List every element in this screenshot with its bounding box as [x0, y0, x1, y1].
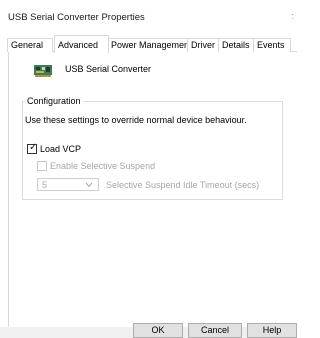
tab-label: General — [11, 40, 44, 50]
tab-events[interactable]: Events — [253, 38, 291, 52]
idle-timeout-label: Selective Suspend Idle Timeout (secs) — [106, 180, 260, 190]
tab-details[interactable]: Details — [218, 38, 254, 52]
tab-label: Advanced — [58, 40, 99, 50]
selective-suspend-checkbox[interactable] — [37, 161, 47, 171]
tab-label: Power Management — [111, 40, 192, 50]
tab-strip: General Advanced Power Management Driver… — [7, 35, 297, 53]
idle-timeout-select[interactable]: 5 — [37, 178, 99, 191]
configuration-description: Use these settings to override normal de… — [25, 115, 247, 125]
circuit-board-icon — [34, 65, 52, 77]
check-icon: ✓ — [29, 142, 38, 153]
tab-label: Events — [257, 40, 285, 50]
load-vcp-label[interactable]: Load VCP — [40, 144, 81, 154]
help-button[interactable]: Help — [247, 323, 297, 338]
chevron-down-icon — [85, 182, 93, 188]
tab-driver[interactable]: Driver — [187, 38, 219, 52]
load-vcp-checkbox[interactable]: ✓ — [27, 142, 38, 154]
window-title: USB Serial Converter Properties — [8, 12, 145, 23]
idle-timeout-value: 5 — [42, 180, 48, 190]
title-bar: USB Serial Converter Properties : — [0, 0, 297, 30]
properties-dialog: USB Serial Converter Properties : Genera… — [0, 0, 297, 338]
device-name: USB Serial Converter — [65, 64, 152, 74]
tab-label: Details — [222, 40, 250, 50]
tab-label: Driver — [191, 40, 215, 50]
tab-advanced[interactable]: Advanced — [54, 35, 109, 53]
tab-power-management[interactable]: Power Management — [107, 38, 192, 52]
selective-suspend-label[interactable]: Enable Selective Suspend — [50, 161, 155, 171]
close-icon[interactable]: : — [291, 11, 294, 21]
tab-general[interactable]: General — [7, 38, 53, 52]
configuration-legend: Configuration — [25, 96, 83, 106]
ok-button[interactable]: OK — [133, 323, 183, 338]
cancel-button[interactable]: Cancel — [188, 323, 242, 338]
